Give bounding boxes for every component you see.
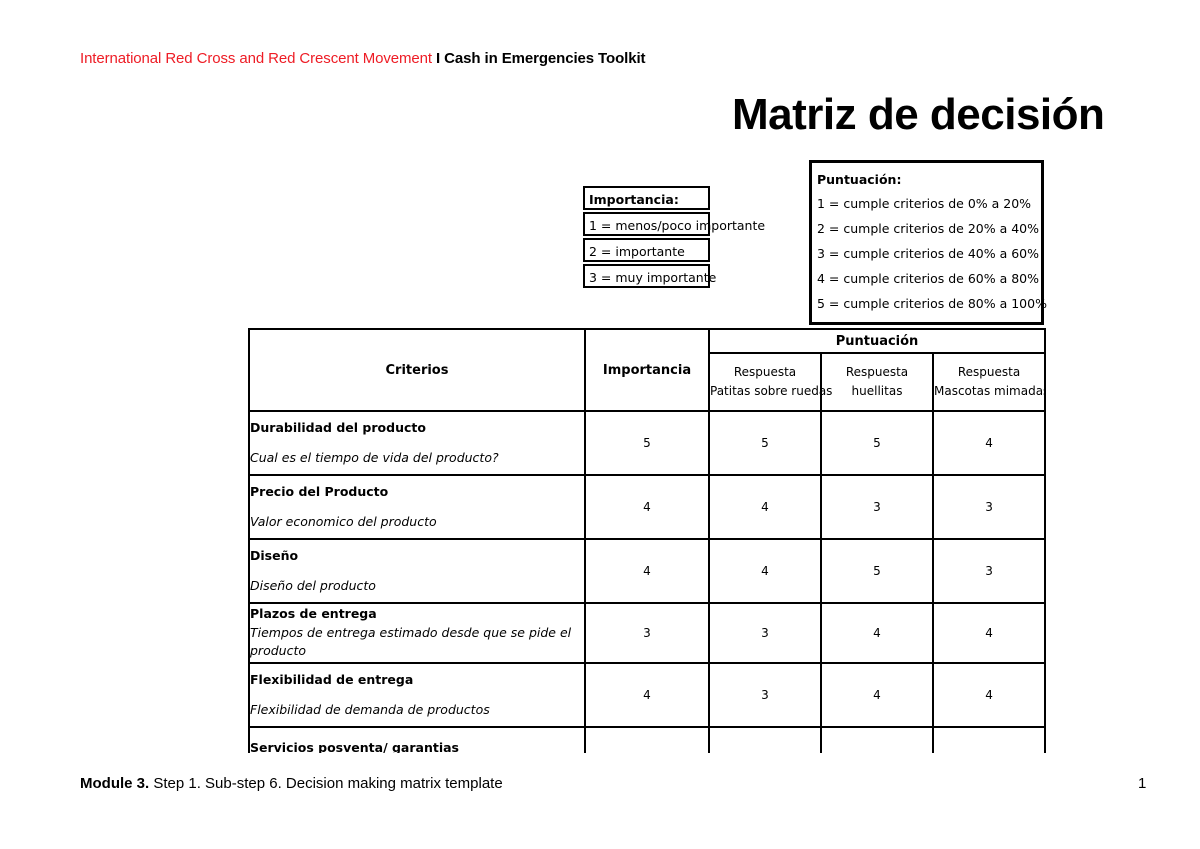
criterion-description: Tiempos de entrega estimado desde que se… (250, 624, 572, 659)
score-value-2: 5 (820, 538, 934, 604)
score-value-1: 3 (708, 602, 822, 664)
decision-matrix-clip: Criterios Importancia Puntuación Respues… (248, 328, 1046, 753)
criterion-cell: Durabilidad del producto Cual es el tiem… (248, 410, 586, 476)
legend-importancia-heading: Importancia: (583, 186, 710, 210)
column-header-respuesta-2: Respuesta huellitas (820, 352, 934, 412)
page-number: 1 (1138, 775, 1147, 792)
score-value-2: 4 (820, 662, 934, 728)
page-title: Matriz de decisión (732, 92, 1105, 139)
criterion-cell: Diseño Diseño del producto (248, 538, 586, 604)
score-value-1: 3 (708, 662, 822, 728)
column-header-puntuacion: Puntuación (707, 328, 1046, 354)
respuesta-label-2: Respuesta (845, 365, 909, 380)
importancia-value: 4 (584, 538, 710, 604)
legend-puntuacion: Puntuación: 1 = cumple criterios de 0% a… (809, 160, 1047, 325)
score-value-3: 4 (931, 602, 1046, 664)
column-header-importancia: Importancia (584, 328, 710, 412)
respondent-name-2: huellitas (851, 384, 903, 398)
criterion-description: Diseño del producto (250, 577, 376, 593)
score-value-3: 4 (931, 662, 1046, 728)
table-row: Flexibilidad de entrega Flexibilidad de … (248, 662, 1046, 728)
column-header-criterios: Criterios (248, 328, 586, 412)
criterion-title: Diseño (250, 547, 299, 563)
criterion-description: Valor economico del producto (250, 513, 437, 529)
matrix-header-row-top: Criterios Importancia Puntuación (248, 328, 1046, 412)
column-header-respuesta-1: Respuesta Patitas sobre ruedas (708, 352, 833, 412)
legend-importancia-item-3: 3 = muy importante (583, 264, 716, 288)
respuesta-label-1: Respuesta (733, 365, 797, 380)
legend-puntuacion-item-1: 1 = cumple criterios de 0% a 20% (817, 196, 1032, 211)
page-title-clip: Matriz de decisión (600, 92, 1200, 150)
footer-description: Step 1. Sub-step 6. Decision making matr… (149, 775, 503, 792)
legend-puntuacion-item-3: 3 = cumple criterios de 40% a 60% (817, 246, 1040, 261)
score-value-1 (708, 726, 822, 753)
legend-importancia: Importancia: 1 = menos/poco importante 2… (583, 186, 765, 290)
legend-puntuacion-item-2: 2 = cumple criterios de 20% a 40% (817, 221, 1040, 236)
criterion-title: Flexibilidad de entrega (250, 671, 414, 687)
document-page: International Red Cross and Red Crescent… (0, 0, 1200, 849)
header-organization: International Red Cross and Red Crescent… (80, 50, 432, 67)
score-value-2 (820, 726, 934, 753)
table-row: Plazos de entrega Tiempos de entrega est… (248, 602, 1046, 664)
footer-text: Module 3. Step 1. Sub-step 6. Decision m… (80, 775, 503, 792)
criterion-title: Durabilidad del producto (250, 419, 426, 435)
table-row: Precio del Producto Valor economico del … (248, 474, 1046, 540)
respondent-name-3: Mascotas mimadas (934, 384, 1046, 398)
criterion-title: Plazos de entrega (250, 605, 377, 621)
legend-importancia-item-2: 2 = importante (583, 238, 710, 262)
score-value-3: 3 (931, 474, 1046, 540)
score-value-1: 4 (708, 538, 822, 604)
importancia-value: 3 (584, 602, 710, 664)
score-value-1: 5 (708, 410, 822, 476)
respuesta-label-3: Respuesta (957, 365, 1021, 380)
criterion-description: Cual es el tiempo de vida del producto? (250, 449, 499, 465)
legend-puntuacion-item-4: 4 = cumple criterios de 60% a 80% (817, 271, 1040, 286)
criterion-cell: Plazos de entrega Tiempos de entrega est… (248, 602, 586, 664)
importancia-value: 4 (584, 662, 710, 728)
legend-puntuacion-item-5: 5 = cumple criterios de 80% a 100% (817, 296, 1047, 311)
importancia-value: 5 (584, 410, 710, 476)
column-header-respuesta-3: Respuesta Mascotas mimadas (931, 352, 1046, 412)
footer-module: Module 3. (80, 775, 150, 792)
score-value-2: 5 (820, 410, 934, 476)
score-value-2: 3 (820, 474, 934, 540)
decision-matrix-table: Criterios Importancia Puntuación Respues… (248, 328, 1046, 753)
criterion-cell: Servicios posventa/ garantias (248, 726, 586, 753)
matrix-body: Durabilidad del producto Cual es el tiem… (248, 410, 1046, 753)
table-row: Servicios posventa/ garantias (248, 726, 1046, 753)
legend-puntuacion-heading: Puntuación: (817, 172, 902, 187)
header-toolkit: I Cash in Emergencies Toolkit (436, 50, 646, 67)
criterion-title: Precio del Producto (250, 483, 389, 499)
importancia-value: 4 (584, 474, 710, 540)
score-value-2: 4 (820, 602, 934, 664)
criterion-cell: Precio del Producto Valor economico del … (248, 474, 586, 540)
matrix-header: Criterios Importancia Puntuación Respues… (248, 328, 1046, 412)
table-row: Diseño Diseño del producto 4 4 5 3 (248, 538, 1046, 604)
score-value-3: 4 (931, 410, 1046, 476)
document-header: International Red Cross and Red Crescent… (80, 50, 646, 67)
respondent-name-1: Patitas sobre ruedas (710, 384, 833, 398)
score-value-3: 3 (931, 538, 1046, 604)
criterion-description: Flexibilidad de demanda de productos (250, 701, 490, 717)
importancia-value (584, 726, 710, 753)
score-value-1: 4 (708, 474, 822, 540)
criterion-title: Servicios posventa/ garantias (250, 739, 459, 753)
table-row: Durabilidad del producto Cual es el tiem… (248, 410, 1046, 476)
legend-importancia-item-1: 1 = menos/poco importante (583, 212, 765, 236)
score-value-3 (931, 726, 1046, 753)
criterion-cell: Flexibilidad de entrega Flexibilidad de … (248, 662, 586, 728)
